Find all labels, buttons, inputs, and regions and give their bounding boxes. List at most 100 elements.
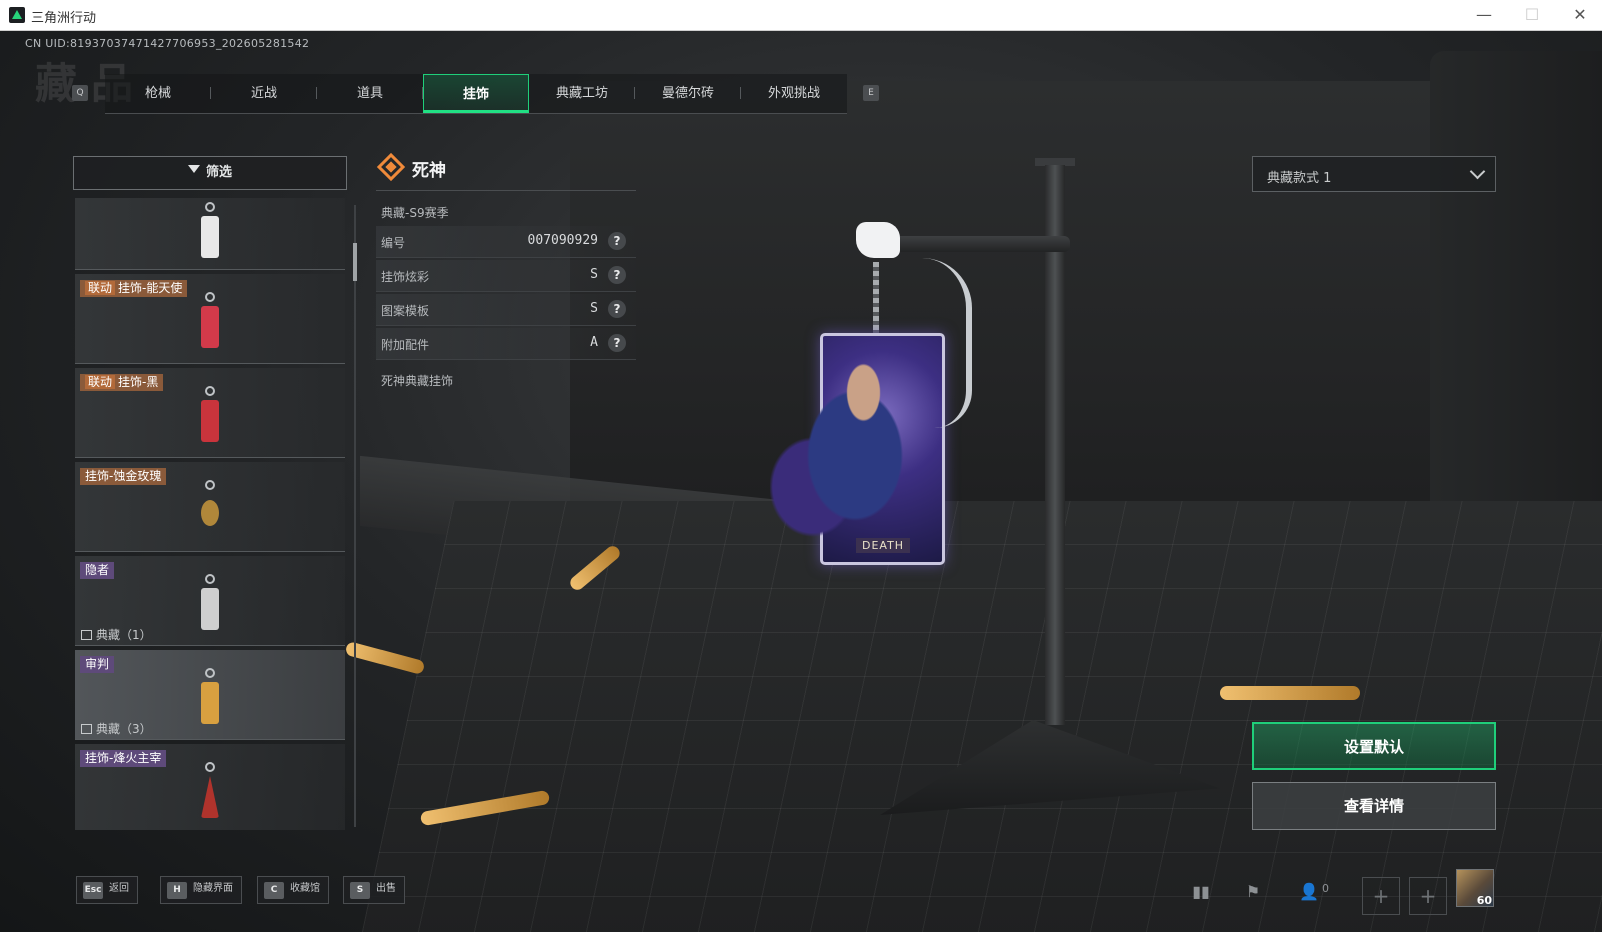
item-name: 挂饰-能天使 <box>118 281 183 295</box>
attr-key: 挂饰炫彩 <box>381 270 430 284</box>
item-name: 隐者 <box>85 563 110 577</box>
hotkey-hide-ui[interactable]: H 隐藏界面 <box>160 876 242 904</box>
list-scrollbar-thumb[interactable] <box>353 243 357 281</box>
charm-ring-icon <box>205 292 215 302</box>
minimize-button[interactable]: — <box>1464 4 1504 26</box>
collection-count: 典藏（1） <box>81 626 152 643</box>
hotkey-label: 出售 <box>376 883 396 894</box>
player-uid: CN UID:8193703747142770695​3_20260528154… <box>25 37 310 50</box>
charm-ring-icon <box>205 668 215 678</box>
charm-body-icon <box>201 500 219 526</box>
filter-icon <box>187 165 200 177</box>
window-titlebar: 三角洲行动 — ☐ ✕ <box>0 0 1602 31</box>
attr-row-color: 挂饰炫彩 S ? <box>376 260 636 292</box>
collection-count-label: 典藏（3） <box>96 722 152 736</box>
close-button[interactable]: ✕ <box>1560 4 1600 26</box>
friends-icon[interactable]: 👤 <box>1298 882 1320 902</box>
help-icon[interactable]: ? <box>608 266 626 284</box>
attr-row-accessory: 附加配件 A ? <box>376 328 636 360</box>
stats-icon[interactable]: ▮▮ <box>1190 882 1212 902</box>
window-title: 三角洲行动 <box>31 11 97 26</box>
list-item[interactable] <box>75 198 345 270</box>
item-badge: 联动 挂饰-黑 <box>80 374 164 391</box>
list-item[interactable]: 挂饰-蚀金玫瑰 <box>75 462 345 552</box>
item-name: 审判 <box>85 657 110 671</box>
charm-body-icon <box>201 776 219 818</box>
avatar[interactable]: 60 <box>1456 869 1494 907</box>
collection-count: 典藏（3） <box>81 720 152 737</box>
list-item[interactable]: 隐者 典藏（1） <box>75 556 345 646</box>
list-item[interactable]: 联动 挂饰-能天使 <box>75 274 345 364</box>
item-name: 挂饰-烽火主宰 <box>85 751 162 765</box>
attr-row-pattern: 图案模板 S ? <box>376 294 636 326</box>
attr-value: 007090929 <box>527 233 598 248</box>
charm-thumbnail <box>195 202 225 264</box>
charm-ring-icon <box>205 762 215 772</box>
chevron-down-icon <box>1469 163 1486 180</box>
list-scrollbar[interactable] <box>354 205 356 827</box>
collab-tag: 联动 <box>85 281 116 295</box>
tab-melee[interactable]: 近战 <box>211 74 317 113</box>
help-icon[interactable]: ? <box>608 232 626 250</box>
hotkey-key: H <box>167 882 187 899</box>
collection-icon <box>81 724 92 734</box>
friends-count: 0 <box>1322 882 1329 895</box>
charm-thumbnail <box>195 480 225 542</box>
tab-collection-workshop[interactable]: 典藏工坊 <box>529 74 635 113</box>
collab-tag: 联动 <box>85 375 116 389</box>
attr-key: 编号 <box>381 236 406 250</box>
tab-mandel-brick[interactable]: 曼德尔砖 <box>635 74 741 113</box>
list-item-selected[interactable]: 审判 典藏（3） <box>75 650 345 740</box>
category-tab-bar: 枪械 近战 道具 挂饰 典藏工坊 曼德尔砖 外观挑战 <box>105 74 847 114</box>
help-icon[interactable]: ? <box>608 334 626 352</box>
display-stand-arm <box>880 236 1070 252</box>
hotkey-sell[interactable]: S 出售 <box>343 876 405 904</box>
help-icon[interactable]: ? <box>608 300 626 318</box>
card-caption: DEATH <box>856 538 911 553</box>
collection-count-label: 典藏（1） <box>96 628 152 642</box>
scythe-blade <box>922 258 972 428</box>
divider <box>376 190 636 191</box>
charm-body-icon <box>201 682 219 724</box>
tab-props[interactable]: 道具 <box>317 74 423 113</box>
hotkey-collection[interactable]: C 收藏馆 <box>257 876 329 904</box>
item-badge: 挂饰-蚀金玫瑰 <box>80 468 167 485</box>
item-badge: 审判 <box>80 656 115 673</box>
hotkey-label: 返回 <box>109 883 129 894</box>
charm-chain <box>873 262 879 334</box>
item-badge: 挂饰-烽火主宰 <box>80 750 167 767</box>
variant-value: 典藏款式 1 <box>1267 171 1332 186</box>
charm-body-icon <box>201 306 219 348</box>
attr-value: A <box>590 335 598 350</box>
tab-firearms[interactable]: 枪械 <box>105 74 211 113</box>
list-item[interactable]: 挂饰-烽火主宰 <box>75 744 345 830</box>
charm-body-icon <box>201 216 219 258</box>
tab-charms[interactable]: 挂饰 <box>423 74 529 113</box>
filter-button[interactable]: 筛选 <box>73 156 347 190</box>
squad-slot-1[interactable]: + <box>1362 877 1400 915</box>
charm-thumbnail <box>195 386 225 448</box>
attr-value: S <box>590 301 598 316</box>
item-description: 死神典藏挂饰 <box>381 374 454 388</box>
charm-thumbnail <box>195 574 225 636</box>
charm-list[interactable]: 联动 挂饰-能天使 联动 挂饰-黑 挂饰-蚀金玫瑰 隐者 典藏（1） 审判 典藏… <box>73 198 347 830</box>
item-badge: 联动 挂饰-能天使 <box>80 280 188 297</box>
set-default-button[interactable]: 设置默认 <box>1252 722 1496 770</box>
hotkey-back[interactable]: Esc 返回 <box>76 876 138 904</box>
list-item[interactable]: 联动 挂饰-黑 <box>75 368 345 458</box>
item-season: 典藏-S9赛季 <box>381 206 449 220</box>
tab-prev-key-hint: Q <box>72 85 88 101</box>
maximize-button[interactable]: ☐ <box>1512 4 1552 26</box>
charm-thumbnail <box>195 292 225 354</box>
item-badge: 隐者 <box>80 562 115 579</box>
variant-select[interactable]: 典藏款式 1 <box>1252 156 1496 192</box>
charm-ring-icon <box>205 574 215 584</box>
collection-icon <box>81 630 92 640</box>
tab-appearance-challenge[interactable]: 外观挑战 <box>741 74 847 113</box>
charm-ring-icon <box>205 480 215 490</box>
attr-key: 图案模板 <box>381 304 430 318</box>
view-details-button[interactable]: 查看详情 <box>1252 782 1496 830</box>
squad-slot-2[interactable]: + <box>1409 877 1447 915</box>
app-logo-icon <box>9 7 25 23</box>
flag-icon[interactable]: ⚑ <box>1242 882 1264 902</box>
